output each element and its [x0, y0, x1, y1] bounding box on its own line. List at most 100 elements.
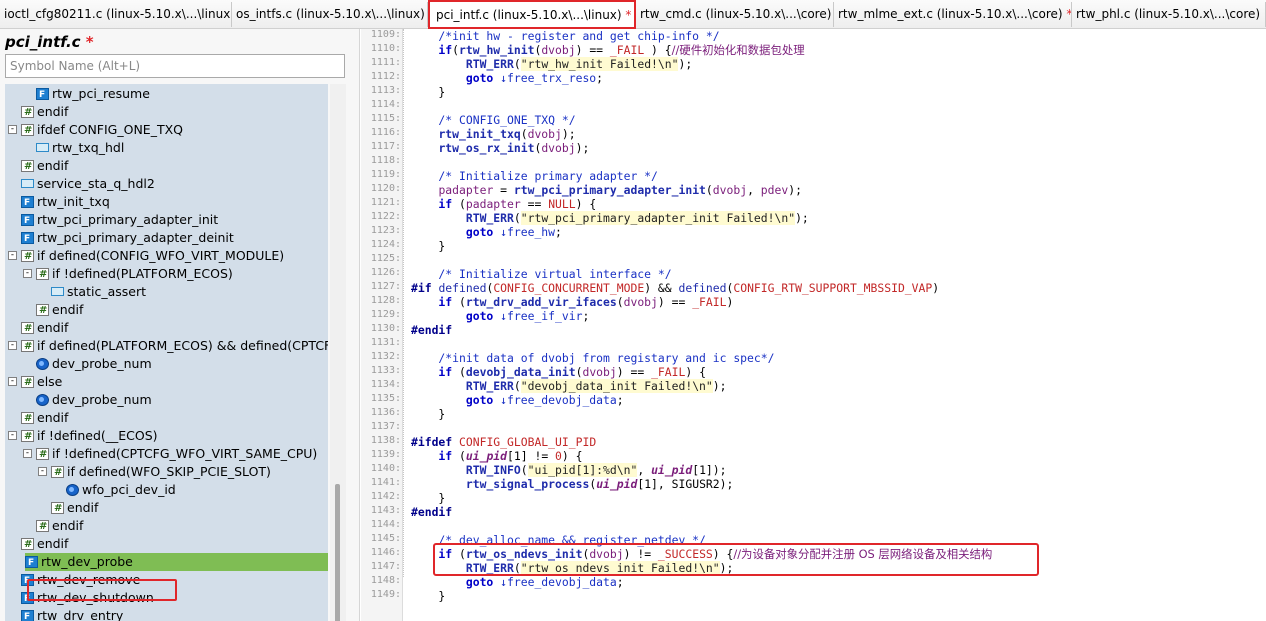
symbol-tree-item[interactable]: rtw_pci_primary_adapter_deinit [21, 229, 234, 248]
symbol-tree-item[interactable]: rtw_dev_probe [25, 553, 328, 572]
symbol-tree-item[interactable]: endif [21, 103, 68, 122]
code-token: /*init data of dvobj from registary and … [411, 351, 775, 365]
code-line[interactable]: #if defined(CONFIG_CONCURRENT_MODE) && d… [411, 281, 939, 295]
symbol-tree-item-label: rtw_txq_hdl [52, 140, 125, 155]
code-token: ) == [616, 365, 652, 379]
code-line[interactable]: rtw_signal_process(ui_pid[1], SIGUSR2); [411, 477, 733, 491]
symbol-tree-item[interactable]: wfo_pci_dev_id [66, 481, 176, 499]
symbol-tree-item[interactable]: endif [21, 157, 68, 176]
code-line[interactable]: } [411, 491, 445, 505]
code-line[interactable]: goto ↓free_hw; [411, 225, 562, 239]
code-line[interactable]: goto ↓free_devobj_data; [411, 393, 624, 407]
code-line[interactable]: } [411, 407, 445, 421]
code-line[interactable]: RTW_ERR("devobj_data_init Failed!\n"); [411, 379, 727, 393]
symbol-tree-scroll-thumb[interactable] [335, 484, 340, 621]
symbol-tree-item[interactable]: rtw_txq_hdl [36, 139, 124, 157]
symbol-tree-item[interactable]: endif [51, 499, 98, 518]
code-token: #endif [411, 505, 453, 519]
code-line[interactable]: #ifdef CONFIG_GLOBAL_UI_PID [411, 435, 596, 449]
code-token: RTW_INFO [465, 463, 521, 477]
symbol-tree-item[interactable]: rtw_pci_primary_adapter_init [21, 211, 218, 230]
tree-collapse-toggle-icon[interactable]: - [23, 449, 32, 458]
code-line[interactable]: if (devobj_data_init(dvobj) == _FAIL) { [411, 365, 706, 379]
symbol-tree-item[interactable]: endif [36, 517, 83, 536]
code-line[interactable]: /* Initialize virtual interface */ [411, 267, 671, 281]
line-number: 1141: [370, 477, 401, 488]
code-line[interactable]: goto ↓free_trx_reso; [411, 71, 603, 85]
code-line[interactable]: } [411, 85, 445, 99]
code-line[interactable]: #endif [411, 505, 452, 519]
symbol-tree-item-label: endif [37, 320, 69, 335]
symbol-tree-item[interactable]: rtw_drv_entry [21, 607, 123, 621]
symbol-tree-item[interactable]: endif [21, 535, 68, 554]
tab-4[interactable]: rtw_mlme_ext.c (linux-5.10.x\...\core) * [834, 2, 1072, 27]
tab-5[interactable]: rtw_phl.c (linux-5.10.x\...\core) [1072, 2, 1266, 27]
code-token: ) && [644, 281, 679, 295]
tree-collapse-toggle-icon[interactable]: - [8, 341, 17, 350]
code-line[interactable]: /* Initialize primary adapter */ [411, 169, 657, 183]
symbol-tree-item[interactable]: - if !defined(__ECOS) [8, 427, 158, 446]
code-line[interactable]: if (rtw_drv_add_vir_ifaces(dvobj) == _FA… [411, 295, 733, 309]
symbol-tree-item[interactable]: - if !defined(CPTCFG_WFO_VIRT_SAME_CPU) [23, 445, 317, 464]
code-line[interactable]: } [411, 589, 445, 603]
tree-collapse-toggle-icon[interactable]: - [8, 431, 17, 440]
tab-2[interactable]: pci_intf.c (linux-5.10.x\...\linux) *× [428, 0, 636, 29]
symbol-tree-item[interactable]: static_assert [51, 283, 146, 301]
tree-collapse-toggle-icon[interactable]: - [8, 251, 17, 260]
symbol-search-input[interactable] [5, 54, 345, 78]
code-line[interactable]: if (ui_pid[1] != 0) { [411, 449, 582, 463]
code-line[interactable]: if (padapter == NULL) { [411, 197, 596, 211]
tab-3[interactable]: rtw_cmd.c (linux-5.10.x\...\core) [636, 2, 834, 27]
line-number: 1114: [370, 99, 401, 110]
code-line[interactable]: } [411, 239, 445, 253]
line-number: 1135: [370, 393, 401, 404]
code-line[interactable]: RTW_INFO("ui_pid[1]:%d\n", ui_pid[1]); [411, 463, 727, 477]
symbol-tree-item[interactable]: - if defined(PLATFORM_ECOS) && defined(CP… [8, 337, 328, 356]
code-line[interactable]: #endif [411, 323, 452, 337]
tab-1[interactable]: os_intfs.c (linux-5.10.x\...\linux) [232, 2, 428, 27]
tree-collapse-toggle-icon[interactable]: - [38, 467, 47, 476]
symbol-tree-item[interactable]: rtw_pci_resume [36, 85, 150, 104]
tree-collapse-toggle-icon[interactable]: - [8, 125, 17, 134]
code-token: _FAIL [651, 365, 686, 379]
symbol-tree-item[interactable]: rtw_init_txq [21, 193, 110, 212]
code-token: ( [452, 197, 466, 211]
code-line[interactable]: /*init data of dvobj from registary and … [411, 351, 774, 365]
symbol-tree-item[interactable]: endif [21, 319, 69, 338]
symbol-tree-item[interactable]: dev_probe_num [36, 355, 152, 373]
code-line[interactable]: RTW_ERR("rtw_hw_init Failed!\n"); [411, 57, 692, 71]
line-number: 1148: [370, 575, 401, 586]
symbol-tree-item[interactable]: endif [21, 409, 68, 428]
code-token: //硬件初始化和数据包处理 [671, 43, 805, 57]
symbol-panel: pci_intf.c * rtw_pci_resumeendif - ifdef C… [0, 29, 360, 621]
code-line[interactable]: goto ↓free_devobj_data; [411, 575, 624, 589]
file-title-name: pci_intf.c [5, 33, 81, 51]
code-line[interactable]: rtw_init_txq(dvobj); [411, 127, 575, 141]
symbol-tree-item-label: dev_probe_num [52, 356, 152, 371]
code-token: [1] != [507, 449, 556, 463]
code-line[interactable]: rtw_os_rx_init(dvobj); [411, 141, 589, 155]
symbol-tree-item-label: rtw_drv_entry [37, 608, 124, 621]
symbol-tree-item[interactable]: - if defined(WFO_SKIP_PCIE_SLOT) [38, 463, 271, 482]
line-number: 1147: [370, 561, 401, 572]
tree-collapse-toggle-icon[interactable]: - [8, 377, 17, 386]
code-line[interactable]: /* CONFIG_ONE_TXQ */ [411, 113, 575, 127]
symbol-tree-item[interactable]: - else [8, 373, 62, 392]
symbol-tree-item[interactable]: - if !defined(PLATFORM_ECOS) [23, 265, 233, 284]
symbol-tree-item[interactable]: - ifdef CONFIG_ONE_TXQ [8, 121, 183, 140]
code-line[interactable]: RTW_ERR("rtw_pci_primary_adapter_init Fa… [411, 211, 809, 225]
tree-collapse-toggle-icon[interactable]: - [23, 269, 32, 278]
code-line[interactable]: if(rtw_hw_init(dvobj) == _FAIL ) {//硬件初始… [411, 43, 805, 57]
symbol-tree-item[interactable]: - if defined(CONFIG_WFO_VIRT_MODULE) [8, 247, 284, 266]
code-line[interactable]: padapter = rtw_pci_primary_adapter_init(… [411, 183, 802, 197]
code-token: , [747, 183, 761, 197]
tab-0[interactable]: ioctl_cfg80211.c (linux-5.10.x\...\linux… [0, 2, 232, 27]
code-line[interactable]: goto ↓free_if_vir; [411, 309, 589, 323]
code-token: _FAIL [609, 43, 645, 57]
symbol-tree-item[interactable]: service_sta_q_hdl2 [21, 175, 155, 193]
symbol-tree-item[interactable]: endif [36, 301, 83, 320]
code-line[interactable]: /*init hw - register and get chip-info *… [411, 29, 719, 43]
symbol-tree-item[interactable]: dev_probe_num [36, 391, 152, 409]
code-editor[interactable]: 1109: 1110: 1111: 1112: 1113: 1114: 1115: 1116:… [361, 29, 1266, 621]
